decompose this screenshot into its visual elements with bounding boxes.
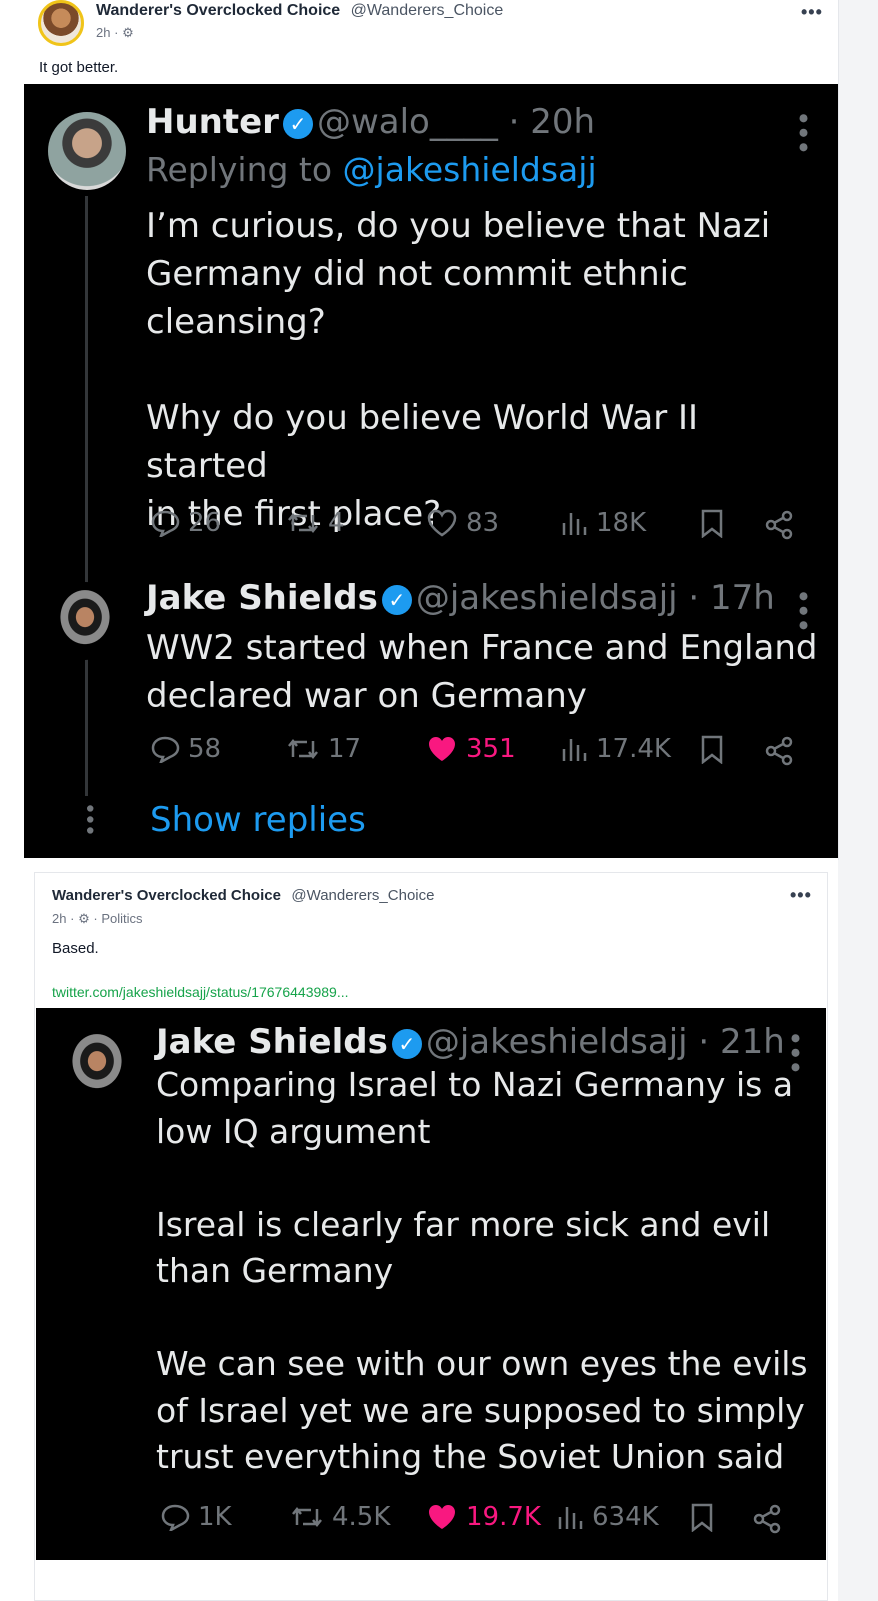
tweet2-replies: 58 [188,734,222,764]
heart-filled-icon [429,1505,455,1529]
retweet-icon [288,738,318,760]
tweet1-more-icon: ••• [786,110,819,154]
views-icon [562,739,587,761]
replying-prefix: Replying to [146,150,333,189]
tweet2-reply-stat: 58 [150,734,221,764]
tweet2-retweet-stat: 17 [286,734,361,764]
tweet1-retweets: 4 [328,508,345,538]
replying-to: Replying to @jakeshieldsajj [146,150,597,189]
jake-avatar [58,1026,136,1104]
tweet1-header: Hunter ✓ @walo____ · 20h [146,102,595,142]
tweet1-views-stat: 18K [560,508,646,538]
tweet-name: Jake Shields [156,1022,388,1062]
thread-more-icon: ••• [76,802,101,835]
post-text: It got better. [39,59,119,76]
tweet1-likes: 83 [466,508,500,538]
globe-icon: ⚙ [78,911,90,926]
post-menu-button[interactable]: ••• [790,885,812,906]
post-header: Wanderer's Overclocked Choice @Wanderers… [52,887,434,927]
tweet2-like-stat: 351 [426,734,516,764]
heart-icon [427,509,457,537]
post-link[interactable]: twitter.com/jakeshieldsajj/status/176764… [52,984,349,1000]
tweet-views: 634K [592,1502,659,1532]
tweet1-like-stat: 83 [426,508,499,538]
tweet2-time: · 17h [688,578,775,618]
post-time[interactable]: 2h [96,25,110,40]
meta-separator: · [114,25,119,40]
tweet1-time: · 20h [508,102,596,142]
verified-badge-icon: ✓ [381,584,412,615]
post-menu-button[interactable]: ••• [801,2,823,23]
tweet1-name: Hunter [146,102,279,142]
post-text: Based. [52,940,99,957]
author-name[interactable]: Wanderer's Overclocked Choice [52,887,281,904]
verified-badge-icon: ✓ [282,108,313,139]
share-icon [764,736,794,766]
meta-separator: · [93,911,98,926]
tweet2-body: WW2 started when France and England decl… [146,628,818,716]
retweet-icon [292,1506,322,1528]
tweet1-handle: @walo____ [316,102,498,142]
tweet2-likes: 351 [466,734,516,764]
tweet1-body: I’m curious, do you believe that Nazi Ge… [146,206,771,534]
views-icon [562,513,587,535]
replying-handle: @jakeshieldsajj [342,150,597,189]
embedded-tweet-image[interactable]: Hunter ✓ @walo____ · 20h ••• Replying to @… [24,84,838,858]
tweet2-views-stat: 17.4K [560,734,671,764]
page-scroll-gutter [838,0,878,1601]
tweet-handle: @jakeshieldsajj [425,1022,688,1062]
embedded-tweet-image[interactable]: Jake Shields ✓ @jakeshieldsajj · 21h ••• C… [36,1008,826,1560]
tweet1-retweet-stat: 4 [286,508,345,538]
tweet1-replies: 26 [188,508,222,538]
author-handle[interactable]: @Wanderers_Choice [291,887,434,904]
post-category[interactable]: Politics [101,911,142,926]
reply-icon [151,736,180,763]
tweet-replies: 1K [198,1502,232,1532]
tweet1-views: 18K [596,508,647,538]
tweet2-name: Jake Shields [146,578,378,618]
post-time[interactable]: 2h [52,911,66,926]
reply-icon [161,1504,190,1531]
reply-icon [151,510,180,537]
jake-avatar [46,582,124,660]
tweet-header: Jake Shields ✓ @jakeshieldsajj · 21h [156,1022,785,1062]
bookmark-icon [690,1502,714,1532]
tweet1-reply-stat: 26 [150,508,221,538]
thread-line [85,196,88,796]
tweet-like-stat: 19.7K [426,1502,541,1532]
hunter-avatar [48,112,126,190]
author-avatar[interactable] [38,0,84,46]
feed-post: Wanderer's Overclocked Choice @Wanderers… [0,0,839,860]
heart-filled-icon [429,737,455,761]
meta-separator: · [70,911,75,926]
tweet-views-stat: 634K [556,1502,659,1532]
tweet2-header: Jake Shields ✓ @jakeshieldsajj · 17h [146,578,775,618]
tweet-retweet-stat: 4.5K [290,1502,390,1532]
post-header: Wanderer's Overclocked Choice @Wanderers… [38,0,503,46]
tweet-retweets: 4.5K [332,1502,391,1532]
tweet-reply-stat: 1K [160,1502,232,1532]
bookmark-icon [700,734,724,764]
show-replies-link: Show replies [150,800,366,840]
tweet-likes: 19.7K [466,1502,541,1532]
author-handle[interactable]: @Wanderers_Choice [351,2,504,19]
verified-badge-icon: ✓ [391,1028,422,1059]
tweet2-handle: @jakeshieldsajj [415,578,678,618]
author-name[interactable]: Wanderer's Overclocked Choice [96,2,340,19]
tweet2-retweets: 17 [328,734,362,764]
tweet-time: · 21h [698,1022,785,1062]
share-icon [752,1504,782,1534]
bookmark-icon [700,508,724,538]
retweet-icon [288,512,318,534]
globe-icon: ⚙ [122,25,134,40]
views-icon [558,1507,583,1529]
tweet-body: Comparing Israel to Nazi Germany is a lo… [156,1065,808,1476]
tweet2-views: 17.4K [596,734,671,764]
share-icon [764,510,794,540]
